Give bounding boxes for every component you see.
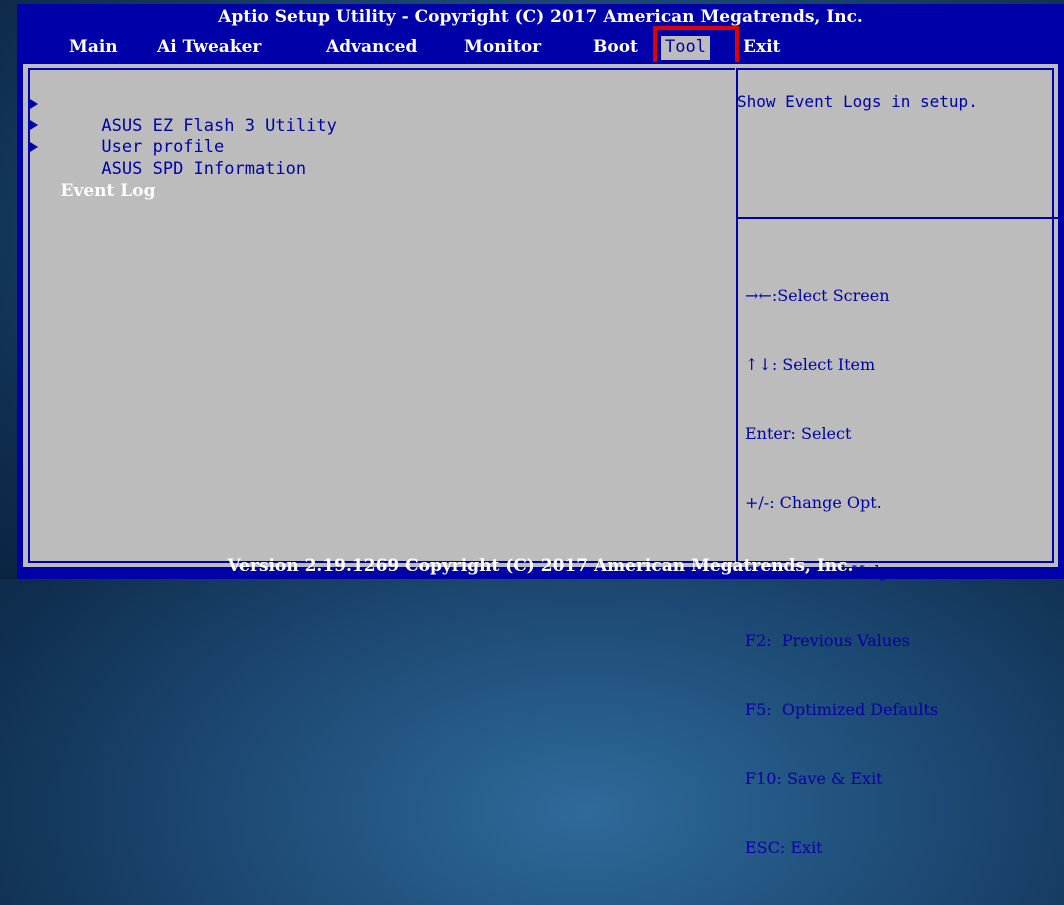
tab-tool[interactable]: Tool [661, 36, 710, 60]
submenu-arrow-icon [30, 120, 38, 130]
tab-boot[interactable]: Boot [593, 36, 638, 60]
tab-advanced[interactable]: Advanced [326, 36, 417, 60]
menu-item-ez-flash[interactable]: ASUS EZ Flash 3 Utility [40, 93, 336, 136]
menu-item-spd-information[interactable]: ASUS SPD Information [40, 136, 306, 179]
key-hint: +/-: Change Opt. [745, 493, 882, 512]
menu-item-event-log[interactable]: Event Log [25, 158, 156, 201]
menu-item-label: Event Log [60, 181, 156, 201]
key-hint: F2: Previous Values [745, 631, 910, 650]
help-separator [737, 217, 1060, 219]
key-hint: ↑↓: Select Item [745, 355, 876, 374]
submenu-arrow-icon [30, 99, 38, 109]
submenu-arrow-icon [30, 142, 38, 152]
tab-main[interactable]: Main [69, 36, 118, 60]
page-title: Aptio Setup Utility - Copyright (C) 2017… [218, 7, 863, 27]
key-hint: F5: Optimized Defaults [745, 700, 939, 719]
key-hint: →←:Select Screen [745, 286, 890, 305]
key-hint: ESC: Exit [745, 838, 823, 857]
help-description: Show Event Logs in setup. [737, 92, 978, 111]
tab-exit[interactable]: Exit [743, 36, 780, 60]
key-hint: F10: Save & Exit [745, 769, 883, 788]
tab-ai-tweaker[interactable]: Ai Tweaker [157, 36, 261, 60]
main-panel: ASUS EZ Flash 3 Utility User profile ASU… [21, 62, 1060, 857]
key-hint: Enter: Select [745, 424, 852, 443]
tab-monitor[interactable]: Monitor [464, 36, 541, 60]
bios-window: Aptio Setup Utility - Copyright (C) 2017… [17, 4, 1064, 857]
menu-bar: Main Ai Tweaker Advanced Monitor Boot To… [17, 36, 1064, 60]
menu-item-user-profile[interactable]: User profile [40, 114, 224, 157]
footer-version: Version 2.19.1269 Copyright (C) 2017 Ame… [227, 556, 854, 576]
